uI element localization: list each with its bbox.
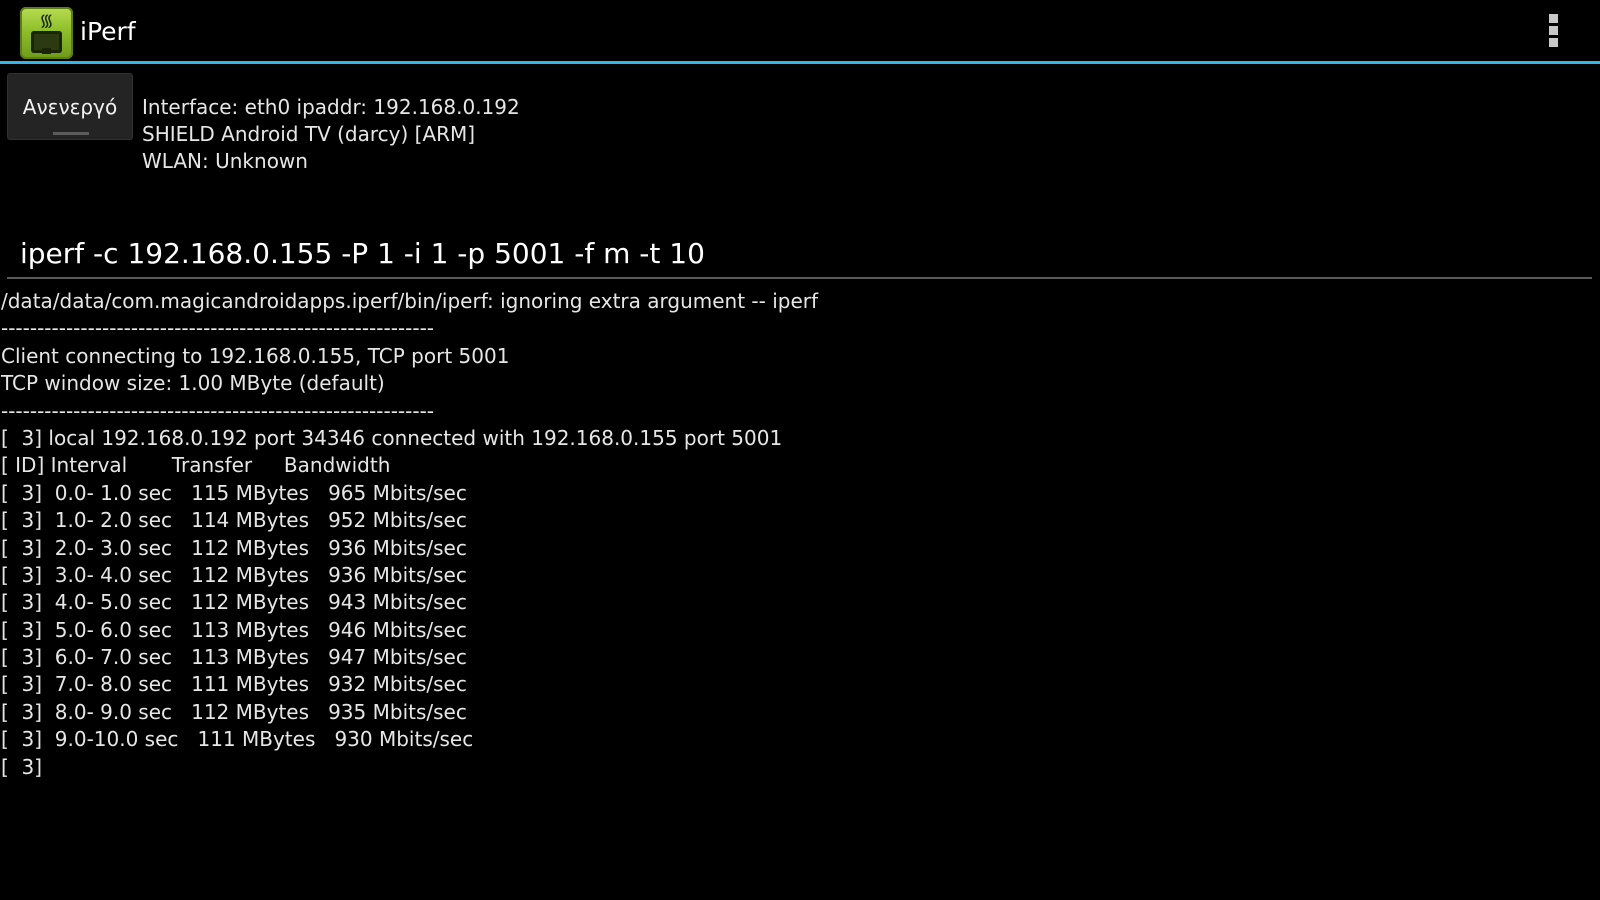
iperf-output-log: /data/data/com.magicandroidapps.iperf/bi…: [1, 288, 1591, 781]
output-line: ----------------------------------------…: [1, 398, 435, 423]
output-line: [ 3] 5.0- 6.0 sec 113 MBytes 946 Mbits/s…: [1, 617, 467, 642]
output-line: /data/data/com.magicandroidapps.iperf/bi…: [1, 289, 819, 313]
output-line: TCP window size: 1.00 MByte (default): [1, 371, 385, 396]
tv-icon: [31, 31, 62, 54]
wifi-icon: ᯾: [39, 11, 54, 31]
output-line: [ 3] 8.0- 9.0 sec 112 MBytes 935 Mbits/s…: [1, 699, 467, 724]
output-line: [ 3] local 192.168.0.192 port 34346 conn…: [1, 425, 783, 450]
device-info: Interface: eth0 ipaddr: 192.168.0.192 SH…: [142, 94, 520, 175]
output-line: [ 3] 0.0- 1.0 sec 115 MBytes 965 Mbits/s…: [1, 480, 467, 505]
output-line: [ 3] 3.0- 4.0 sec 112 MBytes 936 Mbits/s…: [1, 562, 467, 587]
app-title: iPerf: [80, 17, 136, 46]
toggle-button-label: Ανενεργό: [22, 94, 118, 119]
iperf-app-screen: ᯾ iPerf Ανενεργό Interface: eth0 ipaddr:…: [0, 0, 1600, 900]
action-bar: ᯾ iPerf: [0, 0, 1600, 64]
interface-info: Interface: eth0 ipaddr: 192.168.0.192: [142, 95, 520, 119]
start-stop-toggle-button[interactable]: Ανενεργό: [7, 73, 133, 140]
output-line: [ 3] 6.0- 7.0 sec 113 MBytes 947 Mbits/s…: [1, 645, 467, 670]
iperf-app-icon[interactable]: ᯾: [20, 7, 73, 59]
overflow-menu-icon[interactable]: [1545, 14, 1561, 52]
output-line: Client connecting to 192.168.0.155, TCP …: [1, 343, 510, 368]
output-line: ----------------------------------------…: [1, 316, 435, 341]
output-line: [ 3] 2.0- 3.0 sec 112 MBytes 936 Mbits/s…: [1, 535, 467, 560]
toggle-indicator: [53, 132, 89, 135]
output-line: [ ID] Interval Transfer Bandwidth: [1, 453, 391, 478]
iperf-command-input[interactable]: [7, 229, 1592, 279]
output-line: [ 3] 1.0- 2.0 sec 114 MBytes 952 Mbits/s…: [1, 508, 467, 533]
output-line: [ 3] 9.0-10.0 sec 111 MBytes 930 Mbits/s…: [1, 727, 474, 752]
device-model-info: SHIELD Android TV (darcy) [ARM]: [142, 122, 476, 146]
output-line: [ 3] 4.0- 5.0 sec 112 MBytes 943 Mbits/s…: [1, 590, 467, 615]
wlan-info: WLAN: Unknown: [142, 149, 308, 173]
output-line: [ 3]: [1, 754, 43, 779]
output-line: [ 3] 7.0- 8.0 sec 111 MBytes 932 Mbits/s…: [1, 672, 467, 697]
